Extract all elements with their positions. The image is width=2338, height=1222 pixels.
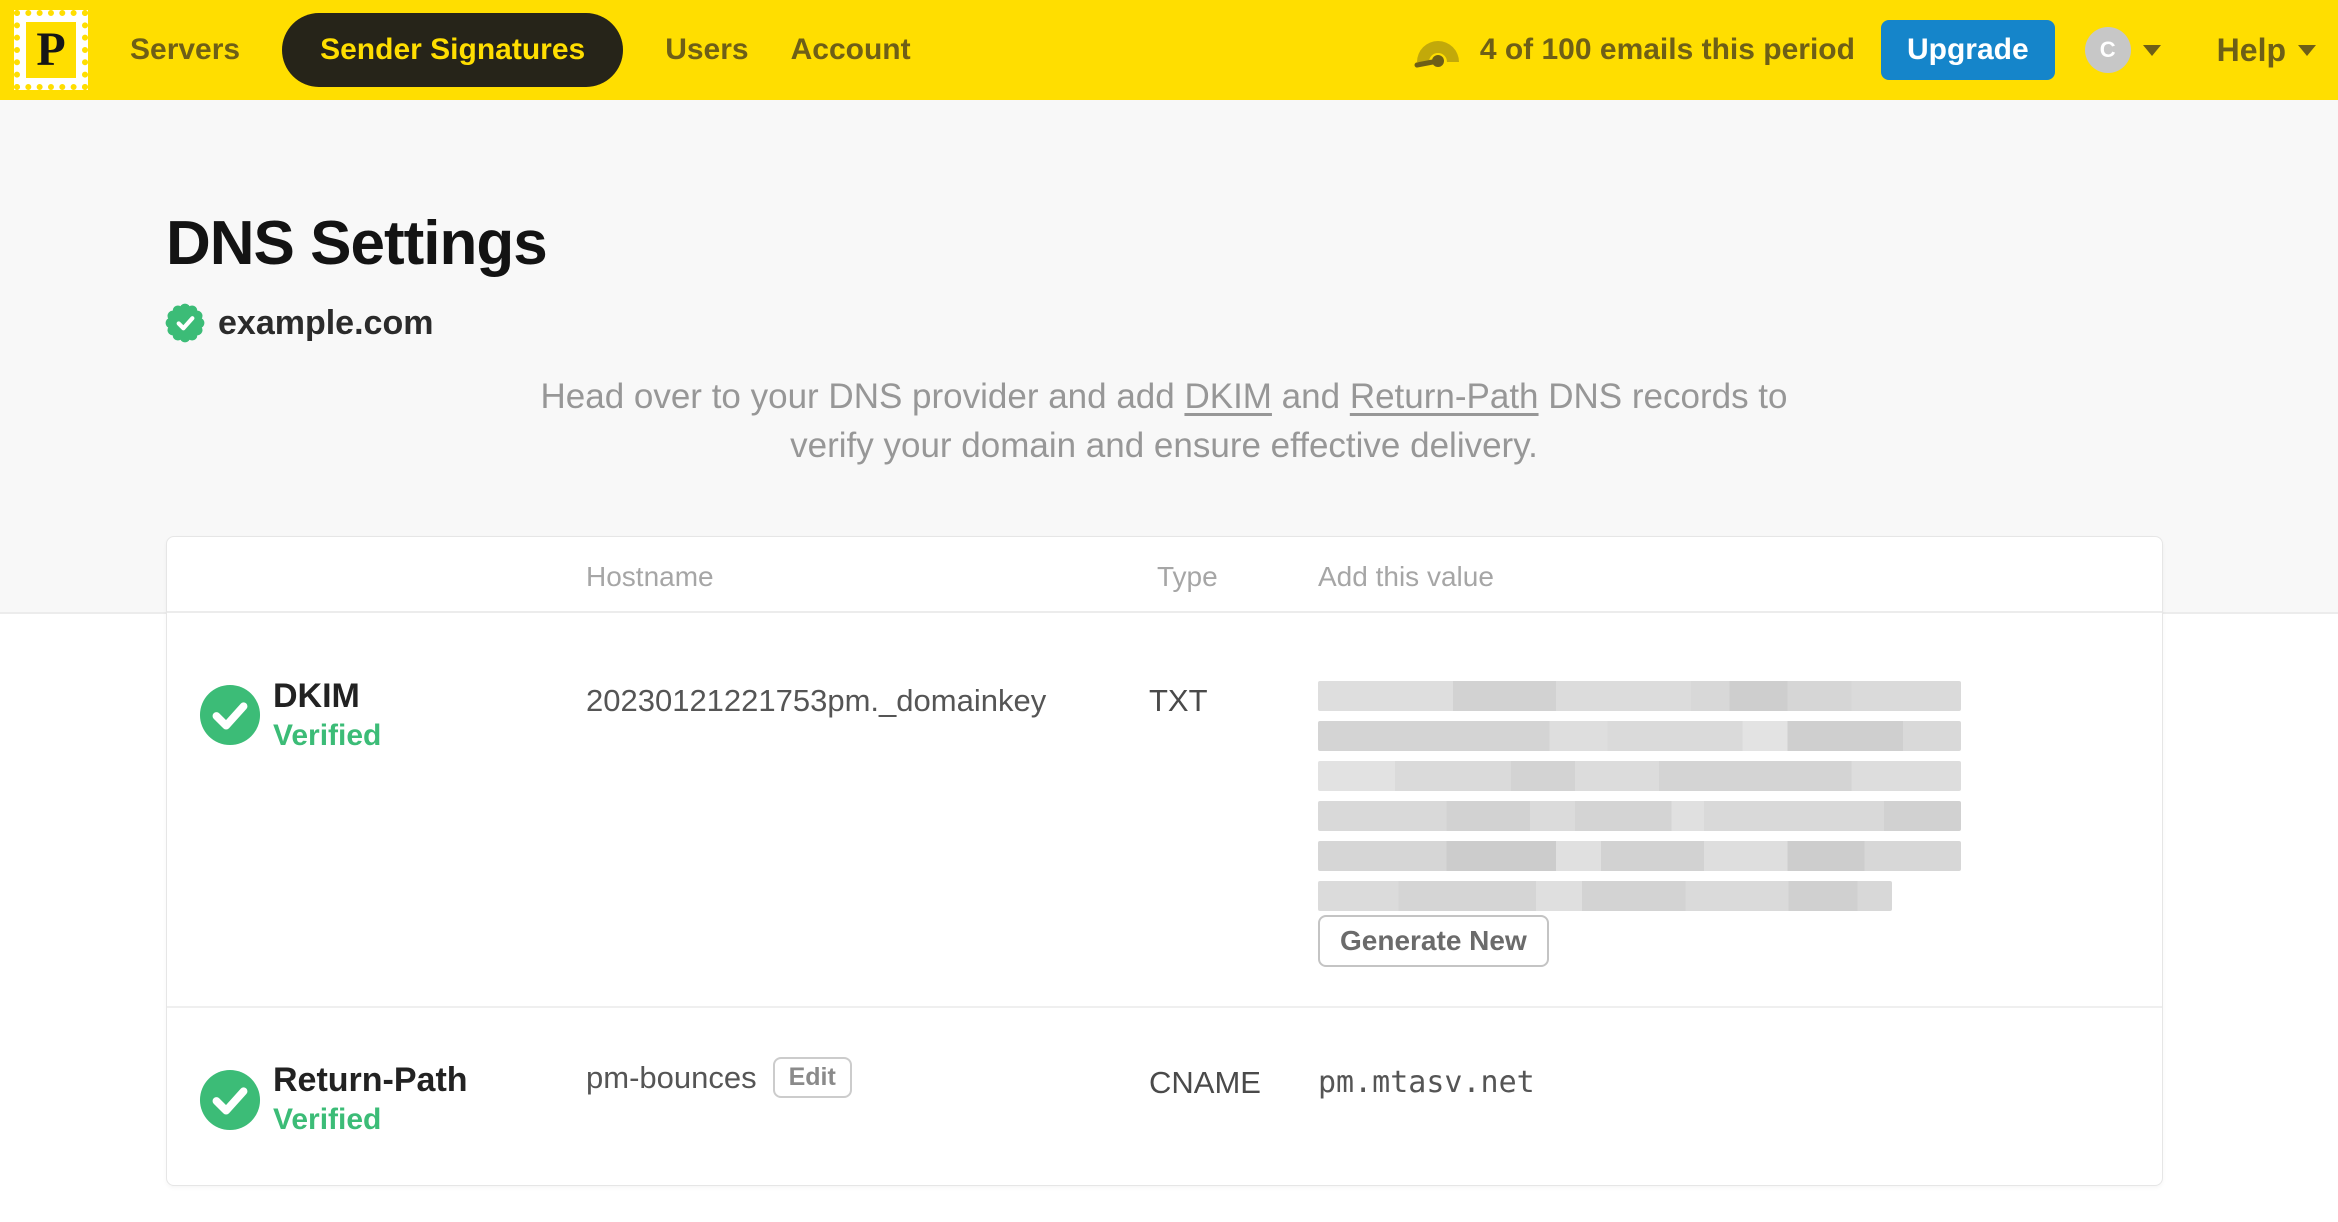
verified-domain: example.com [164, 302, 433, 344]
account-menu[interactable]: C [2084, 27, 2161, 73]
return-path-value: pm.mtasv.net [1318, 1065, 1535, 1100]
dns-records-table: Hostname Type Add this value DKIM Verifi… [166, 536, 2163, 1186]
record-name-return-path: Return-Path [273, 1061, 468, 1099]
status-badge: Verified [273, 1103, 382, 1136]
logo-letter: P [36, 23, 66, 76]
redacted-line [1318, 681, 1961, 711]
top-navigation-bar: P Servers Sender Signatures Users Accoun… [0, 0, 2338, 100]
nav-item-servers[interactable]: Servers [130, 33, 240, 67]
chevron-down-icon [2298, 44, 2316, 56]
nav-item-account[interactable]: Account [791, 33, 911, 67]
edit-button[interactable]: Edit [772, 1057, 852, 1098]
dkim-record-type: TXT [1149, 683, 1208, 718]
redacted-line [1318, 721, 1961, 751]
postmark-stamp-icon: P [26, 22, 76, 78]
redacted-line [1318, 801, 1961, 831]
nav-item-users[interactable]: Users [665, 33, 748, 67]
help-label: Help [2216, 31, 2286, 68]
redacted-line [1318, 881, 1892, 911]
status-badge: Verified [273, 719, 382, 752]
dns-instructions: Head over to your DNS provider and add D… [534, 372, 1794, 470]
check-circle-icon [199, 1069, 261, 1131]
instructions-text: and [1271, 377, 1350, 416]
check-circle-icon [199, 684, 261, 746]
nav-item-sender-signatures[interactable]: Sender Signatures [282, 13, 624, 87]
column-header-type: Type [1157, 561, 1218, 592]
row-divider [167, 1006, 2162, 1008]
dkim-link[interactable]: DKIM [1184, 377, 1272, 416]
verified-seal-icon [165, 303, 205, 343]
postmark-logo[interactable]: P [14, 10, 88, 90]
column-header-value: Add this value [1318, 561, 1494, 592]
help-menu[interactable]: Help [2217, 32, 2316, 69]
record-name-dkim: DKIM [273, 677, 360, 715]
avatar[interactable]: C [2084, 27, 2131, 73]
return-path-link[interactable]: Return-Path [1350, 377, 1539, 416]
redacted-dkim-value [1318, 681, 1961, 921]
instructions-text: Head over to your DNS provider and add [540, 377, 1185, 416]
return-path-hostname: pm-bounces [586, 1059, 757, 1095]
redacted-line [1318, 841, 1961, 871]
upgrade-button[interactable]: Upgrade [1880, 20, 2055, 80]
table-header-row: Hostname Type Add this value [167, 537, 2162, 613]
page-title: DNS Settings [166, 209, 548, 278]
column-header-hostname: Hostname [586, 561, 714, 592]
usage-gauge-icon [1414, 41, 1459, 68]
email-usage-counter: 4 of 100 emails this period [1479, 33, 1855, 66]
redacted-line [1318, 761, 1961, 791]
chevron-down-icon [2142, 44, 2161, 56]
return-path-record-type: CNAME [1149, 1065, 1261, 1100]
dkim-hostname: 20230121221753pm._domainkey [586, 683, 1047, 718]
generate-new-button[interactable]: Generate New [1318, 915, 1549, 967]
domain-name: example.com [218, 303, 434, 342]
